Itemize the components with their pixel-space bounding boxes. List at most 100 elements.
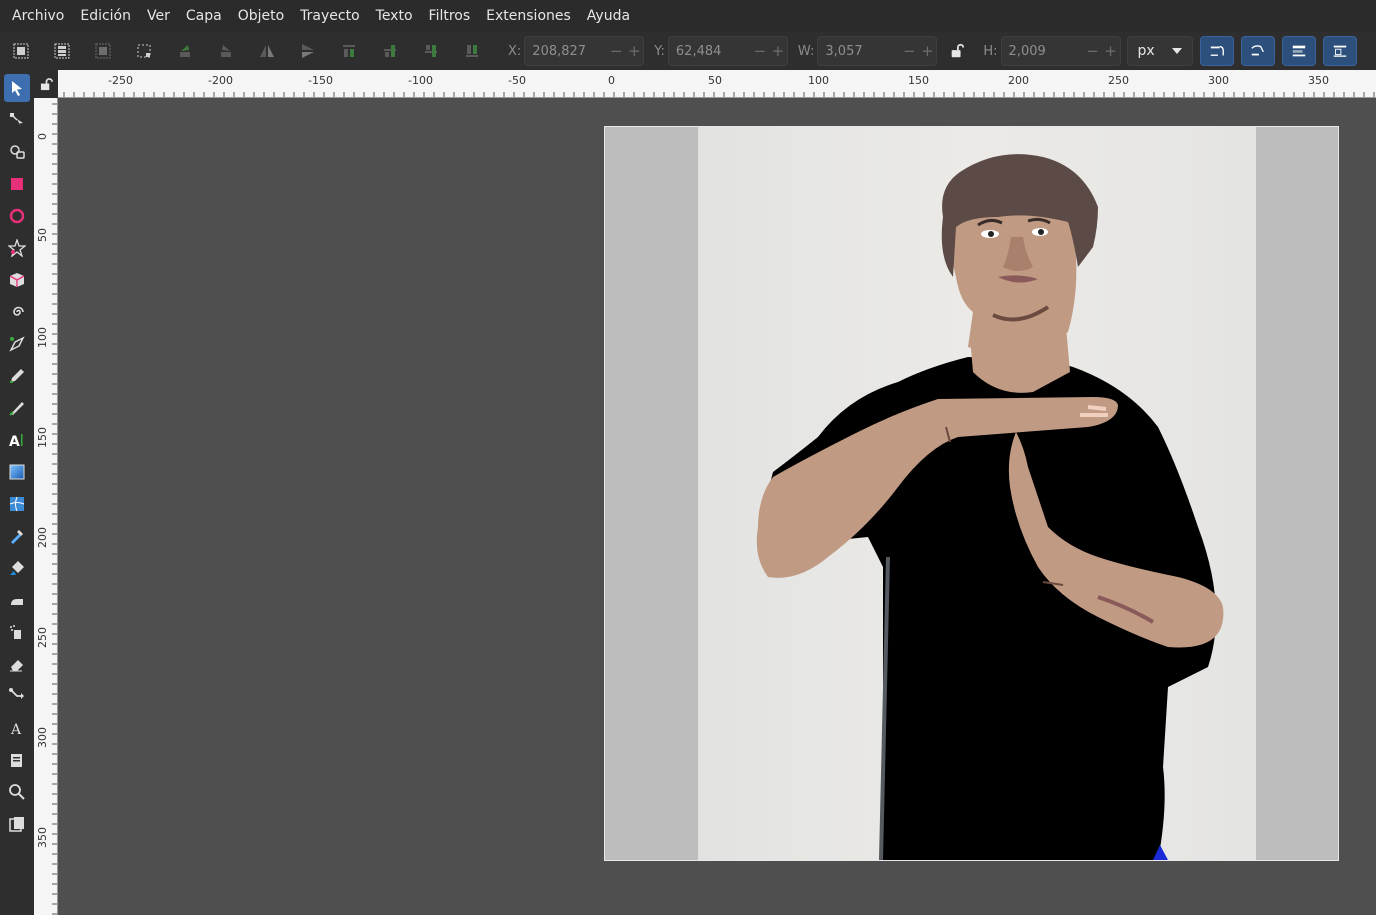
transform-pattern-button[interactable] (1322, 36, 1357, 66)
select-all-layers-icon (54, 43, 70, 59)
x-field[interactable]: − + (524, 36, 645, 66)
flip-horizontal-icon (260, 45, 274, 57)
tweak-tool[interactable] (4, 138, 30, 166)
connector-tool[interactable] (4, 682, 30, 710)
x-increment[interactable]: + (625, 42, 643, 60)
selector-tool[interactable] (4, 74, 30, 102)
vertical-ruler[interactable]: 0 50 100 150 200 250 300 350 (34, 98, 58, 915)
lower-to-bottom-button[interactable] (457, 36, 487, 66)
transform-stroke-button[interactable] (1199, 36, 1234, 66)
y-input[interactable] (668, 43, 751, 59)
drawing-canvas[interactable] (58, 98, 1376, 915)
flip-vertical-icon (302, 44, 314, 58)
h-field[interactable]: − + (1000, 36, 1121, 66)
menu-archivo[interactable]: Archivo (4, 0, 72, 32)
paint-bucket-tool[interactable] (4, 554, 30, 582)
eraser-tool[interactable] (4, 650, 30, 678)
menu-texto[interactable]: Texto (368, 0, 421, 32)
menu-edicion[interactable]: Edición (72, 0, 139, 32)
star-icon (8, 239, 26, 257)
mesh-tool[interactable] (4, 490, 30, 518)
calligraphy-icon (9, 402, 24, 416)
tweak-spray-tool[interactable] (4, 586, 30, 614)
w-increment[interactable]: + (918, 42, 936, 60)
deselect-button[interactable] (88, 36, 118, 66)
x-decrement[interactable]: − (607, 42, 625, 60)
svg-text:A: A (10, 722, 22, 737)
select-all-layers-button[interactable] (47, 36, 77, 66)
pencil-tool[interactable] (4, 362, 30, 390)
menu-trayecto[interactable]: Trayecto (292, 0, 367, 32)
eraser-icon (10, 660, 23, 672)
text-tool[interactable]: A (4, 426, 30, 454)
dropper-icon (11, 530, 23, 544)
x-input[interactable] (525, 43, 608, 59)
lock-ratio-button[interactable] (943, 36, 971, 66)
raise-button[interactable] (375, 36, 405, 66)
spiral-tool[interactable] (4, 298, 30, 326)
lower-button[interactable] (416, 36, 446, 66)
spray-tool[interactable] (4, 618, 30, 646)
horizontal-ruler[interactable]: -250 -200 -150 -100 -50 0 50 100 150 200… (58, 70, 1376, 98)
w-field[interactable]: − + (817, 36, 938, 66)
menu-ayuda[interactable]: Ayuda (579, 0, 638, 32)
raise-to-top-button[interactable] (334, 36, 364, 66)
height-group: H: − + (977, 36, 1121, 66)
pen-tool[interactable] (4, 330, 30, 358)
menu-filtros[interactable]: Filtros (421, 0, 479, 32)
spiral-icon (13, 306, 24, 316)
ruler-top-label: -150 (308, 74, 333, 87)
rectangle-tool[interactable] (4, 170, 30, 198)
measure-tool[interactable] (4, 810, 30, 838)
y-decrement[interactable]: − (751, 42, 769, 60)
w-label: W: (797, 43, 815, 59)
gradient-icon (9, 464, 25, 480)
ruler-left-label: 350 (36, 827, 49, 848)
dropper-tool[interactable] (4, 522, 30, 550)
unit-value: px (1137, 43, 1155, 59)
box3d-icon (9, 273, 25, 287)
unit-dropdown[interactable]: px (1126, 36, 1193, 66)
calligraphy-tool[interactable] (4, 394, 30, 422)
raise-to-top-icon (343, 45, 355, 57)
ruler-top-label: 50 (708, 74, 722, 87)
h-input[interactable] (1001, 43, 1084, 59)
lower-to-bottom-icon (466, 45, 478, 57)
star-tool[interactable] (4, 234, 30, 262)
h-decrement[interactable]: − (1084, 42, 1102, 60)
tweak-icon (10, 145, 25, 159)
rotate-cw-button[interactable] (211, 36, 241, 66)
flip-vertical-button[interactable] (293, 36, 323, 66)
menu-capa[interactable]: Capa (178, 0, 230, 32)
ruler-top-label: 200 (1008, 74, 1029, 87)
circle-tool[interactable] (4, 202, 30, 230)
gradient-tool[interactable] (4, 458, 30, 486)
menu-bar: Archivo Edición Ver Capa Objeto Trayecto… (0, 0, 1376, 32)
zoom-tool[interactable] (4, 778, 30, 806)
document-page[interactable] (604, 126, 1339, 861)
y-field[interactable]: − + (667, 36, 788, 66)
w-input[interactable] (818, 43, 901, 59)
pages-tool[interactable] (4, 746, 30, 774)
vector-illustration[interactable] (698, 127, 1256, 860)
ruler-lock-corner[interactable] (34, 70, 58, 98)
menu-ver[interactable]: Ver (139, 0, 178, 32)
rotate-ccw-button[interactable] (170, 36, 200, 66)
transform-corners-button[interactable] (1240, 36, 1275, 66)
select-all-button[interactable] (6, 36, 36, 66)
transform-gradient-button[interactable] (1281, 36, 1316, 66)
y-increment[interactable]: + (769, 42, 787, 60)
w-decrement[interactable]: − (900, 42, 918, 60)
touch-select-button[interactable] (129, 36, 159, 66)
ruler-left-label: 100 (36, 327, 49, 348)
connector-icon (9, 688, 24, 699)
menu-objeto[interactable]: Objeto (230, 0, 292, 32)
flip-horizontal-button[interactable] (252, 36, 282, 66)
text-icon: A (9, 434, 23, 449)
unlock-icon (952, 43, 965, 58)
menu-extensiones[interactable]: Extensiones (478, 0, 579, 32)
node-tool[interactable] (4, 106, 30, 134)
box3d-tool[interactable] (4, 266, 30, 294)
text-tool-a[interactable]: A (4, 714, 30, 742)
h-increment[interactable]: + (1102, 42, 1120, 60)
